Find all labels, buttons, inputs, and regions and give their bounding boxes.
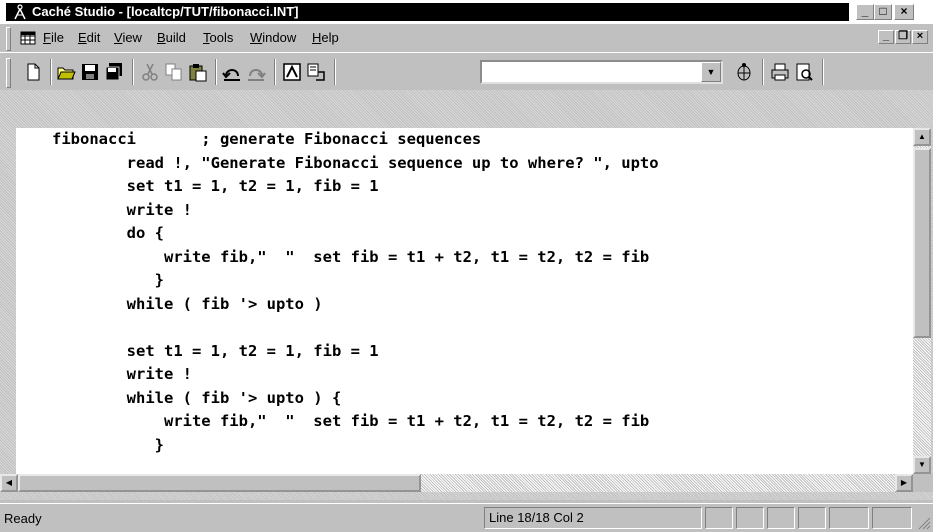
code-line[interactable]: fibonacci ; generate Fibonacci sequences <box>52 129 481 149</box>
menu-bar: File Edit View Build Tools Window Help _… <box>0 24 933 52</box>
maximize-button[interactable]: □ <box>874 4 892 20</box>
code-line[interactable]: write ! <box>52 200 192 220</box>
undo-icon[interactable] <box>222 62 242 82</box>
toolbar-separator <box>215 59 217 85</box>
save-all-icon[interactable] <box>104 62 124 82</box>
status-pane <box>829 507 869 529</box>
code-line[interactable]: } <box>52 435 164 455</box>
code-line[interactable]: read !, "Generate Fibonacci sequence up … <box>52 153 659 173</box>
code-line[interactable]: set t1 = 1, t2 = 1, fib = 1 <box>52 341 379 361</box>
status-pane <box>736 507 764 529</box>
code-line[interactable]: while ( fib '> upto ) { <box>52 388 342 408</box>
menu-window[interactable]: Window <box>250 30 296 46</box>
title-bar-inner: Caché Studio - [localtcp/TUT/fibonacci.I… <box>6 3 849 21</box>
status-pane <box>872 507 912 529</box>
new-icon[interactable] <box>23 62 43 82</box>
toolbar-separator <box>822 59 824 85</box>
debug-icon[interactable] <box>734 62 754 82</box>
resize-grip-icon[interactable] <box>917 516 931 530</box>
toolbar-separator <box>762 59 764 85</box>
code-editor[interactable]: fibonacci ; generate Fibonacci sequences… <box>16 128 913 474</box>
status-pane <box>798 507 826 529</box>
scroll-left-button[interactable]: ◀ <box>0 474 18 492</box>
close-icon: × <box>916 30 924 42</box>
menu-tools[interactable]: Tools <box>203 30 233 46</box>
title-bar: Caché Studio - [localtcp/TUT/fibonacci.I… <box>0 0 933 25</box>
mdi-restore-button[interactable]: ❐ <box>895 30 911 44</box>
window-title: Caché Studio - [localtcp/TUT/fibonacci.I… <box>32 4 299 19</box>
menu-build[interactable]: Build <box>157 30 186 46</box>
close-button[interactable]: × <box>894 4 914 20</box>
compile-icon[interactable] <box>306 62 326 82</box>
status-pane <box>767 507 795 529</box>
print-icon[interactable] <box>770 62 790 82</box>
status-position-pane: Line 18/18 Col 2 <box>484 507 702 529</box>
menu-view[interactable]: View <box>114 30 142 46</box>
menu-edit[interactable]: Edit <box>78 30 100 46</box>
code-line[interactable]: write fib," " set fib = t1 + t2, t1 = t2… <box>52 247 649 267</box>
open-icon[interactable] <box>56 62 76 82</box>
vertical-scroll-thumb[interactable] <box>913 148 931 338</box>
scroll-down-button[interactable]: ▼ <box>913 456 931 474</box>
mdi-minimize-button[interactable]: _ <box>878 30 894 44</box>
status-bar: Ready Line 18/18 Col 2 <box>0 503 933 532</box>
minimize-icon: _ <box>861 4 869 18</box>
vertical-scrollbar[interactable]: ▲ ▼ <box>913 128 931 474</box>
menu-file[interactable]: File <box>43 30 64 46</box>
toolbar-separator <box>132 59 134 85</box>
code-line[interactable]: } <box>52 270 164 290</box>
code-line[interactable]: do { <box>52 223 164 243</box>
arrow-down-icon: ▼ <box>918 460 926 469</box>
compass-icon <box>14 4 26 20</box>
menu-help[interactable]: Help <box>312 30 339 46</box>
horizontal-scroll-thumb[interactable] <box>18 474 421 492</box>
paste-icon[interactable] <box>188 62 208 82</box>
object-combo[interactable]: ▼ <box>480 60 723 84</box>
save-icon[interactable] <box>80 62 100 82</box>
print-preview-icon[interactable] <box>794 62 814 82</box>
scroll-up-button[interactable]: ▲ <box>913 128 931 146</box>
document-grid-icon[interactable] <box>20 30 36 46</box>
code-line[interactable]: write fib," " set fib = t1 + t2, t1 = t2… <box>52 411 649 431</box>
maximize-icon: □ <box>879 4 887 18</box>
arrow-right-icon: ▶ <box>900 478 908 487</box>
arrow-left-icon: ◀ <box>5 478 13 487</box>
mdi-close-button[interactable]: × <box>912 30 928 44</box>
combo-dropdown-button[interactable]: ▼ <box>701 62 721 82</box>
code-line[interactable]: set t1 = 1, t2 = 1, fib = 1 <box>52 176 379 196</box>
scroll-right-button[interactable]: ▶ <box>895 474 913 492</box>
toolbar: ▼ <box>0 52 933 91</box>
toolbar-separator <box>50 59 52 85</box>
minimize-button[interactable]: _ <box>856 4 874 20</box>
minimize-icon: _ <box>882 30 890 42</box>
view-icon[interactable] <box>282 62 302 82</box>
code-line[interactable]: write ! <box>52 364 192 384</box>
cut-icon[interactable] <box>140 62 160 82</box>
menu-grip[interactable] <box>6 27 11 51</box>
status-text: Ready <box>4 511 42 526</box>
code-line[interactable]: while ( fib '> upto ) <box>52 294 323 314</box>
chevron-down-icon: ▼ <box>706 67 716 77</box>
horizontal-scrollbar[interactable]: ◀ ▶ <box>0 474 913 492</box>
redo-icon[interactable] <box>246 62 266 82</box>
toolbar-separator <box>274 59 276 85</box>
toolbar-separator <box>334 59 336 85</box>
scrollbar-corner <box>913 474 933 492</box>
restore-icon: ❐ <box>898 30 908 42</box>
status-pane <box>705 507 733 529</box>
toolbar-grip[interactable] <box>6 58 11 88</box>
arrow-up-icon: ▲ <box>918 132 926 141</box>
close-icon: × <box>900 4 908 18</box>
copy-icon[interactable] <box>164 62 184 82</box>
